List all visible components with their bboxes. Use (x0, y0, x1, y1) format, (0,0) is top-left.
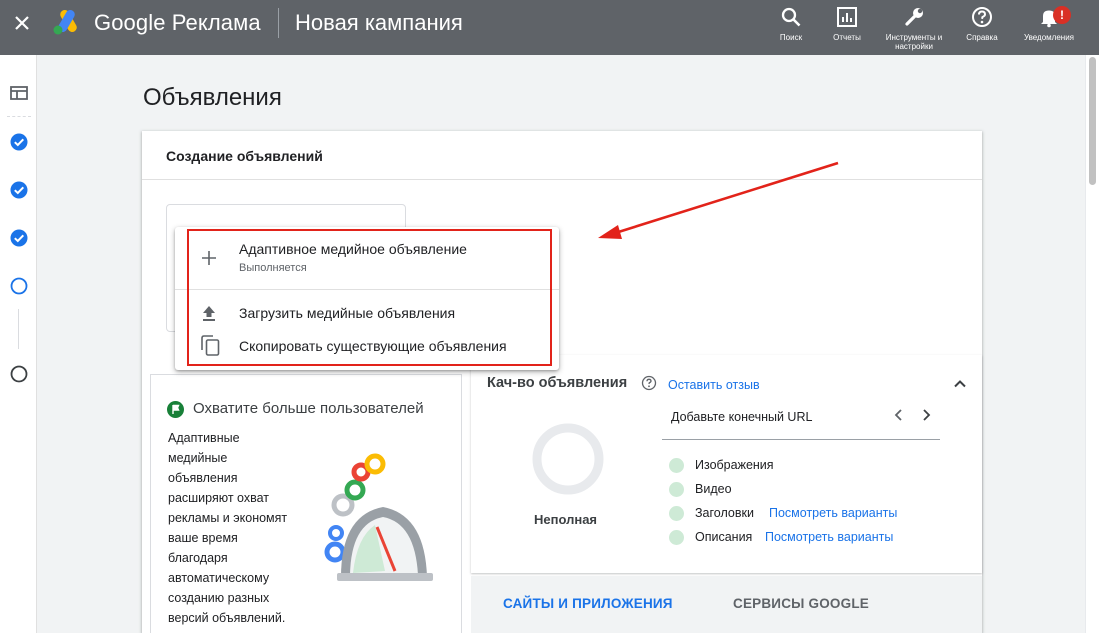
ad-quality-panel: Кач-во объявления Оставить отзыв Добавьт… (471, 355, 982, 573)
header-divider (278, 8, 279, 38)
card-title: Создание объявлений (166, 148, 323, 164)
quality-status: Неполная (534, 512, 598, 527)
menu-item-label: Загрузить медийные объявления (239, 305, 456, 321)
view-variants-link[interactable]: Посмотреть варианты (769, 506, 897, 520)
chevron-left-icon[interactable] (891, 406, 907, 424)
promo-text-line: расширяют охват (168, 491, 270, 505)
reports-icon (837, 7, 857, 27)
view-variants-link[interactable]: Посмотреть варианты (765, 530, 893, 544)
rail-connector-line (18, 309, 19, 349)
check-label: Заголовки (695, 506, 754, 520)
plus-icon (202, 251, 216, 265)
top-app-bar: Google Реклама Новая кампания Поиск Отче… (0, 0, 1099, 55)
url-underline (662, 439, 940, 440)
chevron-right-icon[interactable] (918, 406, 934, 424)
notification-badge: ! (1053, 6, 1071, 24)
menu-item-responsive-display-ad[interactable]: Адаптивное медийное объявление Выполняет… (175, 227, 559, 289)
help-tool-button[interactable]: Справка (952, 6, 1012, 42)
wrench-icon (905, 8, 923, 26)
card-header: Создание объявлений (142, 131, 982, 180)
help-circle-icon[interactable] (641, 375, 657, 391)
ad-quality-title: Кач-во объявления (487, 375, 628, 391)
check-label: Видео (695, 482, 732, 496)
promo-heading: Охватите больше пользователей (167, 400, 424, 418)
help-icon (972, 7, 992, 27)
menu-item-upload-ads[interactable]: Загрузить медийные объявления (175, 301, 559, 327)
tab-google-services[interactable]: СЕРВИСЫ GOOGLE (733, 596, 869, 611)
menu-divider (175, 289, 559, 290)
campaign-overview-icon[interactable] (9, 83, 29, 103)
speedometer-illustration (324, 453, 433, 581)
promo-text-line: объявления (168, 471, 238, 485)
new-ad-menu: Адаптивное медийное объявление Выполняет… (175, 227, 559, 370)
reports-tool-button[interactable]: Отчеты (817, 6, 877, 42)
help-tool-label: Справка (966, 33, 998, 42)
ad-creation-card: Создание объявлений Охватите больше поль… (142, 131, 982, 633)
flag-icon (167, 401, 184, 418)
promo-title: Охватите больше пользователей (193, 400, 424, 417)
close-icon[interactable] (8, 9, 36, 37)
brand-name: Google Реклама (94, 10, 261, 35)
promo-text-line: рекламы и экономят (168, 511, 288, 525)
step-current-circle-icon[interactable] (9, 276, 29, 296)
promo-text-line: созданию разных (168, 591, 270, 605)
promo-text-line: Адаптивные (168, 431, 240, 445)
promo-description: Адаптивные медийные объявления расширяют… (168, 428, 298, 628)
menu-item-copy-ads[interactable]: Скопировать существующие объявления (175, 333, 559, 359)
scrollbar-thumb[interactable] (1089, 57, 1096, 185)
menu-item-status: Выполняется (239, 262, 307, 274)
search-icon (781, 7, 801, 27)
check-label: Описания (695, 530, 753, 544)
quality-ring-icon (532, 423, 604, 495)
preview-tabs: САЙТЫ И ПРИЛОЖЕНИЯ СЕРВИСЫ GOOGLE (471, 576, 982, 633)
page-scrollbar[interactable] (1085, 55, 1099, 633)
chevron-up-icon[interactable] (951, 375, 969, 393)
check-dot-icon (669, 530, 684, 545)
page-title: Объявления (143, 84, 282, 111)
promo-text-line: благодаря (168, 551, 228, 565)
step-complete-check-icon[interactable] (9, 228, 29, 248)
check-dot-icon (669, 506, 684, 521)
promo-text-line: ваше время (168, 531, 238, 545)
promo-text-line: медийные (168, 451, 228, 465)
final-url-prompt: Добавьте конечный URL (671, 410, 813, 424)
menu-item-label: Скопировать существующие объявления (239, 338, 507, 354)
rail-separator (7, 116, 31, 117)
check-dot-icon (669, 482, 684, 497)
tab-sites-apps[interactable]: САЙТЫ И ПРИЛОЖЕНИЯ (503, 596, 673, 611)
step-rail (0, 55, 37, 633)
notifications-tool-button[interactable]: ! Уведомления (1019, 6, 1079, 42)
upload-icon (203, 306, 215, 321)
step-complete-check-icon[interactable] (9, 180, 29, 200)
check-dot-icon (669, 458, 684, 473)
check-label: Изображения (695, 458, 774, 472)
copy-icon (201, 335, 220, 356)
feedback-link[interactable]: Оставить отзыв (668, 378, 760, 392)
promo-text-line: автоматическому (168, 571, 270, 585)
campaign-title: Новая кампания (295, 10, 463, 35)
tools-settings-label: Инструменты и настройки (885, 33, 943, 51)
menu-item-label: Адаптивное медийное объявление (239, 241, 467, 257)
tools-settings-button[interactable]: Инструменты и настройки (884, 6, 944, 51)
search-tool-label: Поиск (779, 33, 803, 42)
promo-panel: Охватите больше пользователей Адаптивные… (150, 374, 462, 633)
promo-text-line: версий объявлений. (168, 611, 286, 625)
notifications-tool-label: Уведомления (1023, 33, 1075, 42)
search-tool-button[interactable]: Поиск (761, 6, 821, 42)
reports-tool-label: Отчеты (833, 33, 861, 42)
google-ads-logo-icon (53, 10, 77, 35)
step-pending-circle-icon[interactable] (9, 364, 29, 384)
step-complete-check-icon[interactable] (9, 132, 29, 152)
